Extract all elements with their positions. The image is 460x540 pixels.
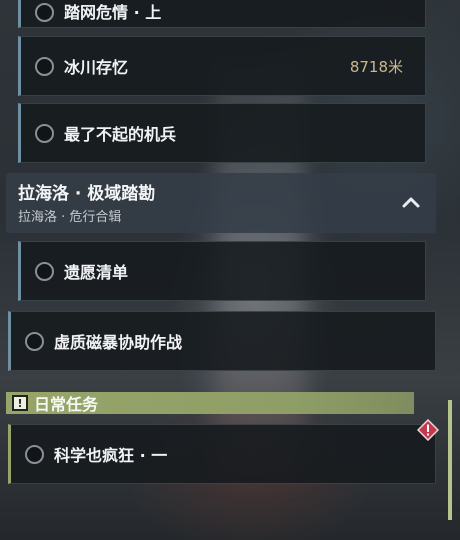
quest-item-void[interactable]: 虚质磁暴协助作战: [8, 311, 436, 371]
quest-title: 冰川存忆: [64, 58, 129, 77]
quest-item-science[interactable]: 科学也疯狂 · 一: [8, 424, 436, 484]
quest-status-circle: [35, 261, 54, 281]
daily-tasks-banner: ! 日常任务: [6, 392, 414, 414]
quest-group-header[interactable]: 拉海洛 · 极域踏勘 拉海洛 · 危行合辑: [6, 173, 436, 233]
quest-title: 踏网危情 · 上: [64, 3, 162, 22]
quest-title: 最了不起的机兵: [64, 125, 177, 144]
group-title: 拉海洛 · 极域踏勘: [18, 184, 156, 204]
quest-title: 虚质磁暴协助作战: [54, 333, 183, 352]
quest-distance: 8718米: [349, 57, 403, 76]
quest-status-circle: [35, 3, 54, 22]
quest-title: 遗愿清单: [64, 263, 129, 282]
quest-title: 科学也疯狂 · 一: [54, 446, 168, 465]
quest-status-circle: [35, 56, 54, 76]
alert-diamond-icon: [417, 419, 439, 441]
group-subtitle: 拉海洛 · 危行合辑: [18, 210, 122, 225]
quest-status-circle: [35, 123, 54, 143]
quest-status-circle: [25, 331, 44, 351]
quest-item-mech[interactable]: 最了不起的机兵: [18, 103, 426, 163]
quest-item-wish[interactable]: 遗愿清单: [18, 241, 426, 301]
quest-item-partial[interactable]: 踏网危情 · 上: [18, 0, 426, 28]
exclamation-icon: !: [12, 395, 28, 411]
daily-tasks-title: 日常任务: [34, 395, 99, 414]
quest-status-circle: [25, 444, 44, 464]
quest-item-glacier[interactable]: 冰川存忆 8718米: [18, 36, 426, 96]
scrollbar[interactable]: [448, 400, 452, 520]
chevron-up-icon[interactable]: [402, 195, 420, 209]
